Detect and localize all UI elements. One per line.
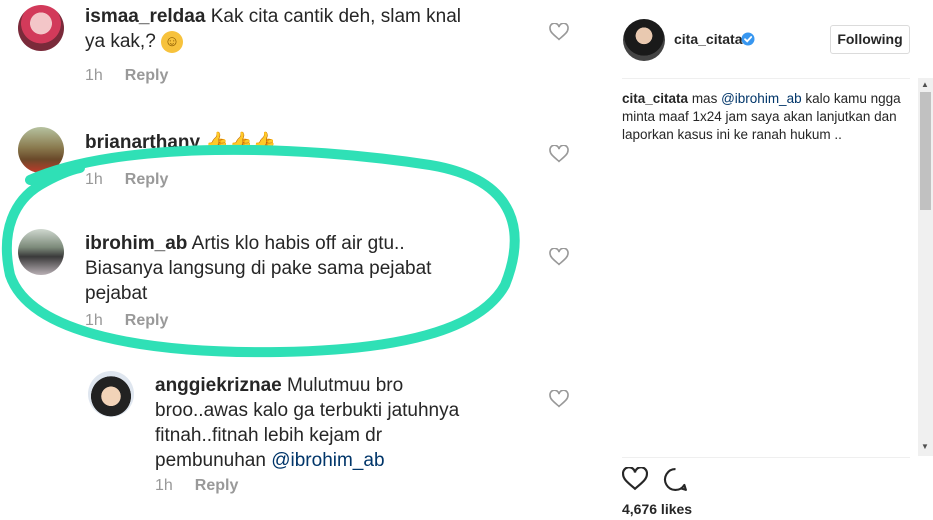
caption-mention[interactable]: @ibrohim_ab <box>721 91 802 106</box>
post-username[interactable]: cita_citata <box>674 31 742 47</box>
caption-username[interactable]: cita_citata <box>622 91 688 106</box>
divider <box>622 457 910 458</box>
scroll-up-arrow[interactable]: ▲ <box>921 80 929 89</box>
post-avatar[interactable] <box>623 19 665 61</box>
comments-panel: ismaa_reldaa Kak cita cantik deh, slam k… <box>0 0 605 520</box>
verified-badge-icon <box>741 32 755 46</box>
likes-count[interactable]: 4,676 likes <box>622 501 692 517</box>
comment-bubble-icon[interactable] <box>663 467 688 492</box>
highlight-circle <box>1 144 520 358</box>
post-caption: cita_citata mas @ibrohim_ab kalo kamu ng… <box>622 91 901 142</box>
scroll-down-arrow[interactable]: ▼ <box>921 442 929 451</box>
following-button[interactable]: Following <box>830 25 910 54</box>
divider <box>622 78 910 79</box>
scrollbar-thumb[interactable] <box>920 92 931 210</box>
like-heart-icon[interactable] <box>622 467 648 491</box>
